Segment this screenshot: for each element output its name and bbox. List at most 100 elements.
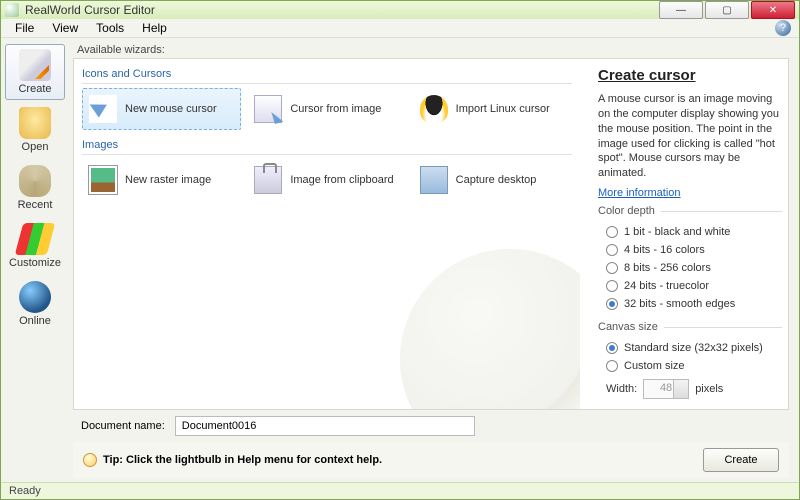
wizard-label: New raster image bbox=[125, 174, 211, 186]
menu-help[interactable]: Help bbox=[134, 19, 175, 37]
close-button[interactable]: ✕ bbox=[751, 1, 795, 19]
nav-label: Customize bbox=[9, 257, 61, 269]
menubar: File View Tools Help ? bbox=[1, 19, 799, 38]
hourglass-icon bbox=[19, 165, 51, 197]
lightbulb-icon bbox=[83, 453, 97, 467]
app-icon bbox=[5, 3, 19, 17]
nav-recent[interactable]: Recent bbox=[5, 160, 65, 216]
app-window: RealWorld Cursor Editor — ▢ ✕ File View … bbox=[0, 0, 800, 500]
radio-1bit[interactable]: 1 bit - black and white bbox=[598, 223, 782, 241]
create-icon bbox=[19, 49, 51, 81]
radio-icon bbox=[606, 298, 618, 310]
open-folder-icon bbox=[19, 107, 51, 139]
radio-24bit[interactable]: 24 bits - truecolor bbox=[598, 277, 782, 295]
details-description: A mouse cursor is an image moving on the… bbox=[598, 92, 782, 181]
wizard-columns: Icons and Cursors New mouse cursor Curso… bbox=[73, 58, 789, 410]
menu-file[interactable]: File bbox=[7, 19, 42, 37]
more-info-link[interactable]: More information bbox=[598, 187, 782, 199]
tip-content: Tip: Click the lightbulb in Help menu fo… bbox=[83, 453, 382, 467]
minimize-button[interactable]: — bbox=[659, 1, 703, 19]
nav-label: Open bbox=[22, 141, 49, 153]
radio-32bit[interactable]: 32 bits - smooth edges bbox=[598, 295, 782, 313]
group-header-images: Images bbox=[82, 136, 572, 155]
wizard-row: New raster image Image from clipboard Ca… bbox=[82, 159, 572, 201]
wizard-label: Image from clipboard bbox=[290, 174, 393, 186]
wizard-cursor-from-image[interactable]: Cursor from image bbox=[247, 88, 406, 130]
clipboard-icon bbox=[254, 166, 282, 194]
nav-customize[interactable]: Customize bbox=[5, 218, 65, 274]
nav-label: Create bbox=[18, 83, 51, 95]
menu-view[interactable]: View bbox=[44, 19, 86, 37]
document-name-row: Document name: bbox=[73, 410, 789, 442]
radio-label: 32 bits - smooth edges bbox=[624, 298, 735, 310]
wizard-label: Cursor from image bbox=[290, 103, 381, 115]
wizards-label: Available wizards: bbox=[73, 44, 789, 56]
wizard-list: Icons and Cursors New mouse cursor Curso… bbox=[74, 59, 580, 409]
nav-create[interactable]: Create bbox=[5, 44, 65, 100]
window-controls: — ▢ ✕ bbox=[659, 1, 795, 19]
nav-label: Recent bbox=[18, 199, 53, 211]
width-label: Width: bbox=[606, 383, 637, 395]
document-name-label: Document name: bbox=[81, 420, 165, 432]
color-depth-group: Color depth 1 bit - black and white 4 bi… bbox=[598, 205, 782, 315]
radio-icon bbox=[606, 360, 618, 372]
create-button[interactable]: Create bbox=[703, 448, 779, 472]
radio-label: Standard size (32x32 pixels) bbox=[624, 342, 763, 354]
wizard-label: Import Linux cursor bbox=[456, 103, 550, 115]
radio-icon bbox=[606, 226, 618, 238]
menu-tools[interactable]: Tools bbox=[88, 19, 132, 37]
radio-4bit[interactable]: 4 bits - 16 colors bbox=[598, 241, 782, 259]
radio-standard-size[interactable]: Standard size (32x32 pixels) bbox=[598, 339, 782, 357]
radio-custom-size[interactable]: Custom size bbox=[598, 357, 782, 375]
wizard-new-mouse-cursor[interactable]: New mouse cursor bbox=[82, 88, 241, 130]
document-name-input[interactable] bbox=[175, 416, 475, 436]
nav-online[interactable]: Online bbox=[5, 276, 65, 332]
radio-label: 24 bits - truecolor bbox=[624, 280, 709, 292]
tip-bar: Tip: Click the lightbulb in Help menu fo… bbox=[73, 442, 789, 478]
radio-label: 4 bits - 16 colors bbox=[624, 244, 705, 256]
maximize-button[interactable]: ▢ bbox=[705, 1, 749, 19]
context-help-icon[interactable]: ? bbox=[775, 20, 791, 36]
radio-8bit[interactable]: 8 bits - 256 colors bbox=[598, 259, 782, 277]
wizard-row: New mouse cursor Cursor from image Impor… bbox=[82, 88, 572, 130]
wizard-new-raster-image[interactable]: New raster image bbox=[82, 159, 241, 201]
nav-label: Online bbox=[19, 315, 51, 327]
canvas-size-group: Canvas size Standard size (32x32 pixels)… bbox=[598, 321, 782, 401]
cursor-arrow-icon bbox=[89, 95, 117, 123]
radio-label: Custom size bbox=[624, 360, 685, 372]
wizard-image-from-clipboard[interactable]: Image from clipboard bbox=[247, 159, 406, 201]
width-spinner[interactable]: 48 bbox=[643, 379, 689, 399]
image-to-cursor-icon bbox=[254, 95, 282, 123]
radio-icon bbox=[606, 262, 618, 274]
screen-capture-icon bbox=[420, 166, 448, 194]
radio-label: 1 bit - black and white bbox=[624, 226, 730, 238]
main-panel: Available wizards: Icons and Cursors New… bbox=[69, 38, 799, 482]
details-title: Create cursor bbox=[598, 67, 782, 84]
titlebar: RealWorld Cursor Editor — ▢ ✕ bbox=[1, 1, 799, 19]
window-title: RealWorld Cursor Editor bbox=[25, 3, 155, 17]
nav-open[interactable]: Open bbox=[5, 102, 65, 158]
details-panel: Create cursor A mouse cursor is an image… bbox=[588, 59, 788, 409]
globe-icon bbox=[19, 281, 51, 313]
wizard-label: New mouse cursor bbox=[125, 103, 217, 115]
crayons-icon bbox=[15, 223, 56, 255]
color-depth-legend: Color depth bbox=[598, 205, 661, 217]
radio-icon bbox=[606, 244, 618, 256]
left-nav: Create Open Recent Customize Online bbox=[1, 38, 69, 482]
wizard-label: Capture desktop bbox=[456, 174, 537, 186]
content-area: Create Open Recent Customize Online Avai… bbox=[1, 38, 799, 482]
tip-prefix: Tip: bbox=[103, 454, 123, 466]
canvas-legend: Canvas size bbox=[598, 321, 664, 333]
radio-icon bbox=[606, 342, 618, 354]
tux-icon bbox=[420, 95, 448, 123]
wizard-capture-desktop[interactable]: Capture desktop bbox=[413, 159, 572, 201]
watermark-logo bbox=[400, 249, 580, 409]
raster-image-icon bbox=[89, 166, 117, 194]
width-row: Width: 48 pixels bbox=[598, 375, 782, 399]
tip-text: Click the lightbulb in Help menu for con… bbox=[126, 454, 382, 466]
radio-icon bbox=[606, 280, 618, 292]
width-unit: pixels bbox=[695, 383, 723, 395]
radio-label: 8 bits - 256 colors bbox=[624, 262, 711, 274]
group-header-cursors: Icons and Cursors bbox=[82, 65, 572, 84]
wizard-import-linux-cursor[interactable]: Import Linux cursor bbox=[413, 88, 572, 130]
